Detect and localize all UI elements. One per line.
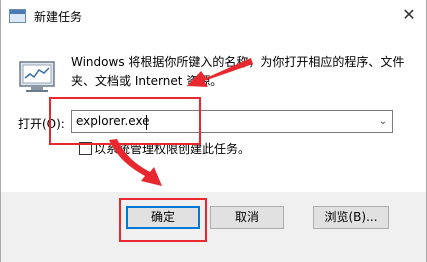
run-program-icon (19, 61, 55, 92)
annotation-highlight-ok (119, 198, 207, 242)
task-manager-icon (9, 9, 26, 23)
browse-button[interactable]: 浏览(B)... (313, 206, 389, 229)
cancel-button[interactable]: 取消 (210, 206, 284, 229)
window-title: 新建任务 (34, 10, 83, 24)
title-bar: 新建任务 ✕ (1, 0, 426, 34)
annotation-highlight-input (49, 97, 201, 145)
dialog-description: Windows 将根据你所键入的名称，为你打开相应的程序、文件夹、文档或 Int… (71, 55, 405, 88)
button-bar: 确定 取消 浏览(B)... (1, 192, 426, 262)
close-button[interactable]: ✕ (392, 0, 426, 30)
create-task-dialog: 新建任务 ✕ Windows 将根据你所键入的名称，为你打开相应的程序、文件夹、… (0, 0, 427, 262)
chevron-down-icon[interactable]: ⌄ (374, 111, 392, 132)
